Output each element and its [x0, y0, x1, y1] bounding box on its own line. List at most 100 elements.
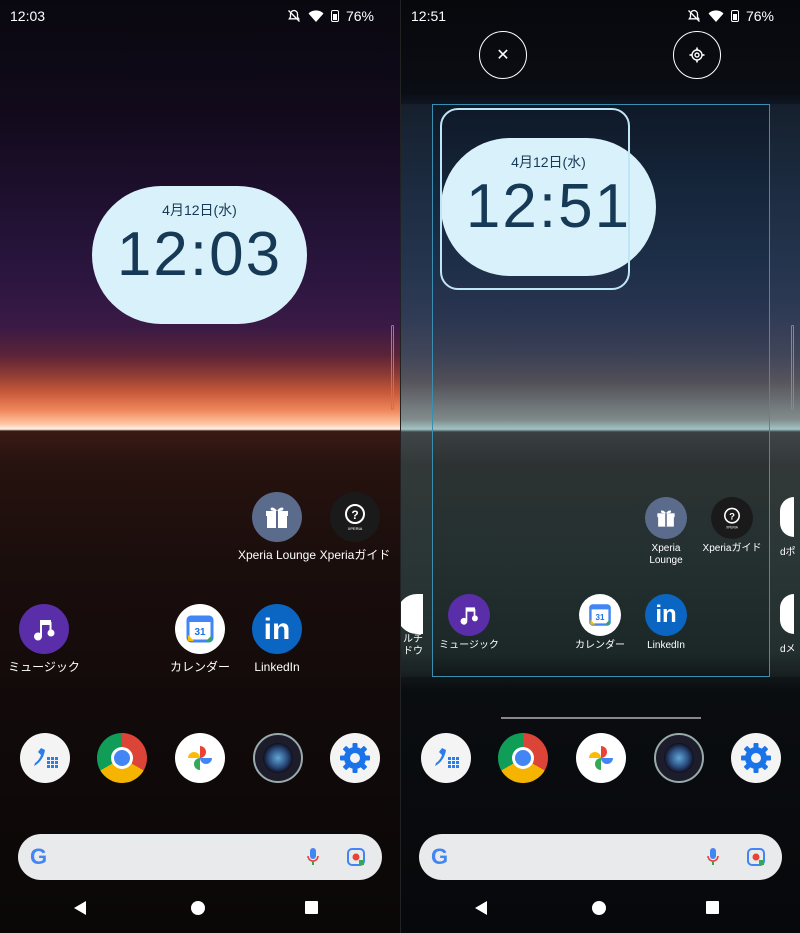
app-xperia-guide[interactable]: ? XPERIA Xperiaガイド — [700, 497, 764, 555]
peek-right-app-top: dポ — [780, 497, 800, 558]
home-screen-edit-mode: 12:51 76% ✕ 4月12日(水) 12:51 ルチドウ dポ dメ Xp… — [400, 0, 800, 933]
music-note-icon — [19, 604, 69, 654]
battery-percent: 76% — [345, 8, 374, 24]
status-bar: 12:51 76% — [401, 0, 800, 32]
app-xperia-guide[interactable]: ? XPERIA Xperiaガイド — [315, 492, 395, 563]
google-search-bar[interactable]: G — [419, 834, 782, 880]
recents-button[interactable] — [706, 901, 719, 914]
app-label: LinkedIn — [254, 660, 300, 674]
svg-text:XPERIA: XPERIA — [348, 526, 363, 531]
scroll-handle[interactable] — [791, 325, 794, 410]
back-button[interactable] — [475, 901, 487, 915]
google-logo-icon: G — [431, 844, 449, 869]
page-indicator — [501, 717, 701, 719]
phone-dialer-icon[interactable] — [20, 733, 70, 783]
google-search-bar[interactable]: G — [18, 834, 382, 880]
settings-icon[interactable] — [330, 733, 380, 783]
battery-icon — [330, 10, 339, 22]
camera-icon[interactable] — [654, 733, 704, 783]
app-xperia-lounge[interactable]: Xperia Lounge — [237, 492, 317, 563]
app-music[interactable]: ミュージック — [4, 604, 84, 675]
app-icon-partial — [780, 594, 794, 634]
calendar-day: 31 — [596, 613, 605, 622]
back-button[interactable] — [74, 901, 86, 915]
app-icon-partial — [780, 497, 794, 537]
peek-left-app: ルチドウ — [401, 594, 423, 658]
battery-percent: 76% — [745, 8, 774, 24]
calendar-day: 31 — [194, 627, 206, 638]
status-time: 12:51 — [411, 8, 447, 24]
bell-off-icon — [688, 9, 700, 22]
widget-resize-outline[interactable] — [440, 108, 630, 290]
help-icon: ? XPERIA — [711, 497, 753, 539]
google-lens-icon[interactable] — [746, 847, 766, 867]
previous-page-preview[interactable] — [401, 104, 432, 677]
close-icon: ✕ — [496, 47, 510, 64]
home-button[interactable] — [191, 901, 205, 915]
wifi-icon — [708, 9, 724, 22]
photos-icon[interactable] — [175, 733, 225, 783]
recents-button[interactable] — [305, 901, 318, 914]
clock-widget[interactable]: 4月12日(水) 12:03 — [92, 186, 307, 324]
linkedin-icon: in — [252, 604, 302, 654]
phone-dialer-icon[interactable] — [421, 733, 471, 783]
peek-right-app-bottom: dメ — [780, 594, 800, 655]
google-logo-icon: G — [30, 844, 48, 869]
app-label: カレンダー — [575, 640, 625, 651]
clock-date: 4月12日(水) — [162, 202, 237, 218]
svg-text:?: ? — [351, 508, 358, 522]
app-label: Xperiaガイド — [702, 543, 762, 554]
app-calendar[interactable]: 31 カレンダー — [160, 604, 240, 675]
app-label: Xperiaガイド — [319, 548, 391, 562]
status-icons: 76% — [287, 8, 374, 24]
app-linkedin[interactable]: in LinkedIn — [237, 604, 317, 675]
home-button[interactable] — [592, 901, 606, 915]
home-screen-normal: 12:03 76% 4月12日(水) 12:03 Xperia Lounge ?… — [0, 0, 400, 933]
settings-button[interactable] — [673, 31, 721, 79]
close-button[interactable]: ✕ — [479, 31, 527, 79]
microphone-icon[interactable] — [306, 847, 320, 867]
chrome-icon[interactable] — [498, 733, 548, 783]
wallpaper — [0, 0, 400, 933]
gift-icon — [252, 492, 302, 542]
app-icon-partial — [401, 594, 423, 634]
gear-icon — [689, 47, 705, 63]
gift-icon — [645, 497, 687, 539]
photos-icon[interactable] — [576, 733, 626, 783]
app-label: dポ — [780, 547, 796, 558]
app-calendar[interactable]: 31 カレンダー — [568, 594, 632, 652]
bell-off-icon — [288, 9, 300, 22]
navigation-bar — [0, 897, 400, 921]
app-label: ミュージック — [439, 640, 499, 651]
app-xperia-lounge[interactable]: Xperia Lounge — [634, 497, 698, 567]
app-label: ルチドウ — [403, 634, 423, 657]
app-music[interactable]: ミュージック — [437, 594, 501, 652]
app-label: dメ — [780, 644, 796, 655]
settings-icon[interactable] — [731, 733, 781, 783]
app-label: ミュージック — [8, 660, 80, 674]
app-label: LinkedIn — [647, 640, 685, 651]
clock-time: 12:03 — [116, 220, 283, 289]
chrome-icon[interactable] — [97, 733, 147, 783]
scroll-handle[interactable] — [391, 325, 394, 410]
status-time: 12:03 — [10, 8, 46, 24]
app-label: Xperia Lounge — [649, 543, 683, 566]
google-lens-icon[interactable] — [346, 847, 366, 867]
linkedin-icon: in — [645, 594, 687, 636]
microphone-icon[interactable] — [706, 847, 720, 867]
calendar-icon: 31 — [579, 594, 621, 636]
svg-text:?: ? — [729, 512, 735, 523]
wifi-icon — [308, 9, 324, 22]
camera-icon[interactable] — [253, 733, 303, 783]
next-page-preview[interactable] — [769, 104, 800, 677]
calendar-icon: 31 — [175, 604, 225, 654]
app-linkedin[interactable]: in LinkedIn — [634, 594, 698, 652]
app-label: カレンダー — [169, 660, 230, 674]
battery-icon — [730, 10, 739, 22]
status-bar: 12:03 76% — [0, 0, 400, 32]
help-icon: ? XPERIA — [330, 492, 380, 542]
navigation-bar — [401, 897, 800, 921]
music-note-icon — [448, 594, 490, 636]
svg-text:XPERIA: XPERIA — [726, 525, 739, 529]
status-icons: 76% — [687, 8, 774, 24]
